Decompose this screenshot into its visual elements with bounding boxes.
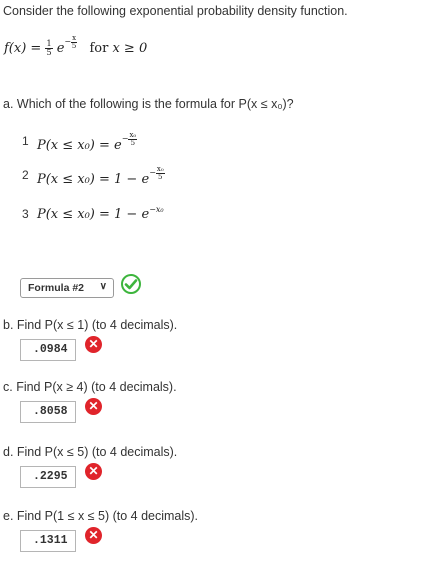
x-circle-icon: ✕ <box>85 398 102 415</box>
pdf-lhs: f(x) = <box>4 41 42 56</box>
pdf-exponent: − x 5 <box>64 33 78 50</box>
answer-b-input[interactable]: .0984 <box>20 339 76 361</box>
formula-select-value: Formula #2 <box>28 282 85 294</box>
pdf-condition: x ≥ 0 <box>112 41 148 56</box>
answer-c-input[interactable]: .8058 <box>20 401 76 423</box>
question-d-label: d. Find P(x ≤ 5) (to 4 decimals). <box>3 445 178 459</box>
option-1: 1 P(x ≤ x₀) = e− x₀ 5 <box>22 130 138 153</box>
option-3: 3 P(x ≤ x₀) = 1 − e−x₀ <box>22 205 164 222</box>
answer-e-input[interactable]: .1311 <box>20 530 76 552</box>
x-circle-icon: ✕ <box>85 336 102 353</box>
chevron-down-icon: ∨ <box>99 281 107 292</box>
question-c-label: c. Find P(x ≥ 4) (to 4 decimals). <box>3 380 177 394</box>
pdf-coefficient: 15 <box>45 39 53 57</box>
pdf-cond-word: for <box>89 41 109 56</box>
question-b-label: b. Find P(x ≤ 1) (to 4 decimals). <box>3 318 178 332</box>
x-circle-icon: ✕ <box>85 463 102 480</box>
answer-d-input[interactable]: .2295 <box>20 466 76 488</box>
check-circle-icon <box>121 274 141 294</box>
intro-text: Consider the following exponential proba… <box>3 4 348 18</box>
pdf-formula: f(x) = 15 e− x 5 for x ≥ 0 <box>4 33 148 58</box>
question-e-label: e. Find P(1 ≤ x ≤ 5) (to 4 decimals). <box>3 509 199 523</box>
formula-select[interactable]: Formula #2 ∨ <box>20 278 114 298</box>
option-2: 2 P(x ≤ x₀) = 1 − e− x₀ 5 <box>22 164 165 187</box>
x-circle-icon: ✕ <box>85 527 102 544</box>
question-a: a. Which of the following is the formula… <box>3 97 294 111</box>
